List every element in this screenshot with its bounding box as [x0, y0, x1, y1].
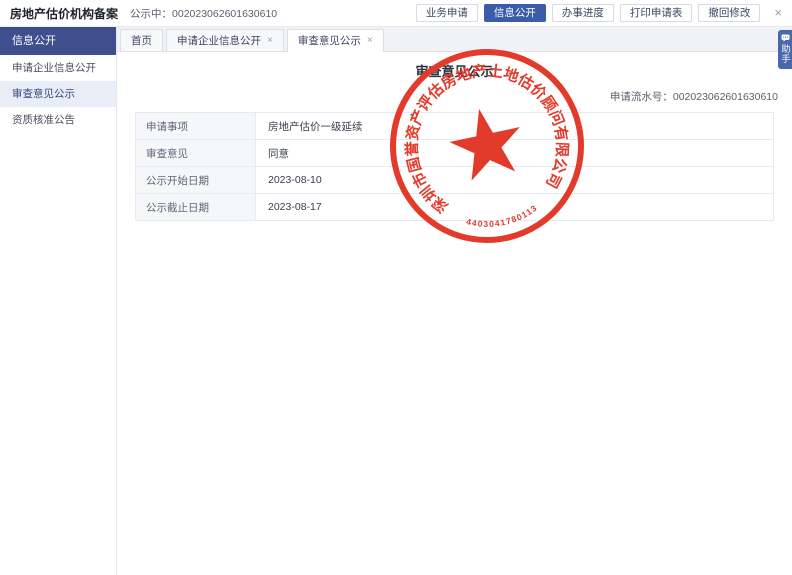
- row-label: 公示开始日期: [136, 167, 256, 194]
- tab-review-opinion[interactable]: 审查意见公示 ×: [287, 29, 384, 52]
- withdraw-edit-button[interactable]: 撤回修改: [698, 4, 760, 22]
- tab-enterprise-info[interactable]: 申请企业信息公开 ×: [166, 29, 284, 51]
- chat-icon: [781, 34, 790, 42]
- sidebar: 信息公开 申请企业信息公开 审查意见公示 资质核准公告: [0, 27, 117, 575]
- table-row: 申请事项 房地产估价一级延续: [136, 113, 774, 140]
- serial-number: 申请流水号：002023062601630610: [117, 89, 792, 104]
- business-apply-button[interactable]: 业务申请: [416, 4, 478, 22]
- top-header: 房地产估价机构备案 公示中：002023062601630610 业务申请 信息…: [0, 0, 792, 27]
- table-row: 公示截止日期 2023-08-17: [136, 194, 774, 221]
- assistant-button[interactable]: 助手: [778, 30, 792, 69]
- row-value: 同意: [256, 140, 774, 167]
- tab-enterprise-info-label: 申请企业信息公开: [177, 31, 261, 51]
- row-label: 公示截止日期: [136, 194, 256, 221]
- serial-label: 申请流水号：: [610, 91, 673, 103]
- header-actions: 业务申请 信息公开 办事进度 打印申请表 撤回修改 ×: [416, 4, 782, 22]
- row-label: 审查意见: [136, 140, 256, 167]
- tab-home-label: 首页: [131, 31, 152, 51]
- tab-review-opinion-label: 审查意见公示: [298, 31, 361, 51]
- page-title: 审查意见公示: [117, 61, 792, 80]
- table-row: 审查意见 同意: [136, 140, 774, 167]
- print-application-button[interactable]: 打印申请表: [620, 4, 693, 22]
- tab-home[interactable]: 首页: [120, 29, 163, 51]
- table-row: 公示开始日期 2023-08-10: [136, 167, 774, 194]
- notice-value: 002023062601630610: [172, 8, 277, 20]
- notice-number: 公示中：002023062601630610: [130, 6, 277, 21]
- progress-button[interactable]: 办事进度: [552, 4, 614, 22]
- assistant-label: 助手: [781, 44, 790, 64]
- sidebar-item-qualification-notice[interactable]: 资质核准公告: [0, 107, 116, 133]
- row-value: 房地产估价一级延续: [256, 113, 774, 140]
- sidebar-item-enterprise-info[interactable]: 申请企业信息公开: [0, 55, 116, 81]
- review-info-table: 申请事项 房地产估价一级延续 审查意见 同意 公示开始日期 2023-08-10…: [135, 112, 774, 221]
- row-value: 2023-08-10: [256, 167, 774, 194]
- tab-bar: 首页 申请企业信息公开 × 审查意见公示 ×: [117, 27, 792, 52]
- close-icon[interactable]: ×: [774, 4, 782, 22]
- content-panel: 审查意见公示 申请流水号：002023062601630610 申请事项 房地产…: [117, 52, 792, 575]
- tab-close-icon[interactable]: ×: [367, 31, 373, 51]
- notice-label: 公示中：: [130, 8, 172, 20]
- serial-value: 002023062601630610: [673, 91, 778, 103]
- sidebar-header: 信息公开: [0, 27, 116, 55]
- app-title: 房地产估价机构备案: [10, 5, 118, 22]
- sidebar-item-review-opinion[interactable]: 审查意见公示: [0, 81, 116, 107]
- info-disclosure-button[interactable]: 信息公开: [484, 4, 546, 22]
- main-area: 首页 申请企业信息公开 × 审查意见公示 × 审查意见公示 申请流水号：0020…: [117, 27, 792, 575]
- tab-close-icon[interactable]: ×: [267, 31, 273, 51]
- row-label: 申请事项: [136, 113, 256, 140]
- row-value: 2023-08-17: [256, 194, 774, 221]
